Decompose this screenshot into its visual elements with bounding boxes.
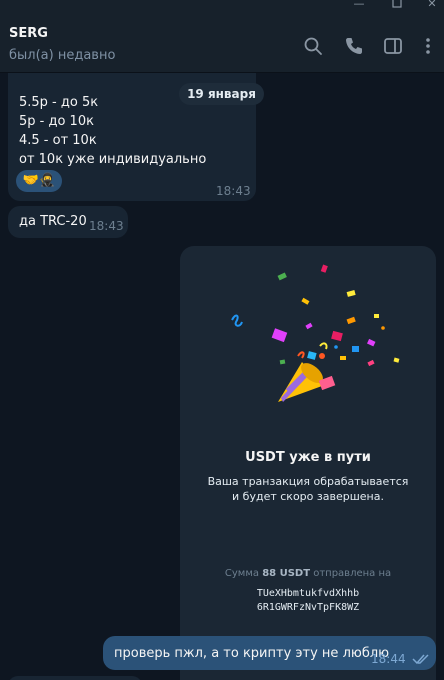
more-vertical-icon[interactable]	[418, 36, 438, 56]
transfer-subtitle: Ваша транзакция обрабатывается и будет с…	[207, 475, 409, 503]
message-text: да TRC-20	[19, 214, 87, 229]
party-popper-icon	[231, 264, 400, 402]
crypto-transfer-card[interactable]: USDT уже в пути Ваша транзакция обрабаты…	[180, 246, 436, 680]
message-list[interactable]: 5.5р - до 5к 5р - до 10к 4.5 - от 10к от…	[0, 73, 444, 680]
message-text: 5.5р - до 5к 5р - до 10к 4.5 - от 10к от…	[19, 95, 207, 167]
close-window-icon[interactable]: ✕	[425, 0, 439, 11]
message-time: 18:44	[371, 652, 406, 666]
next-message-edge	[8, 676, 142, 680]
search-icon[interactable]	[303, 36, 323, 56]
minimize-icon[interactable]: —	[352, 0, 366, 11]
amount-suffix: отправлена на	[313, 568, 392, 579]
message-time: 18:43	[216, 184, 251, 198]
sidebar-toggle-icon[interactable]	[383, 36, 403, 56]
transfer-amount: 88 USDT	[262, 568, 311, 579]
incoming-message[interactable]: да TRC-20 18:43	[8, 206, 128, 238]
outgoing-message[interactable]: проверь пжл, а то крипту эту не люблю 18…	[103, 636, 436, 670]
contact-status: был(а) недавно	[9, 48, 116, 63]
contact-name[interactable]: SERG	[9, 26, 48, 41]
maximize-icon[interactable]	[390, 0, 404, 11]
transfer-title: USDT уже в пути	[245, 450, 371, 465]
message-time: 18:43	[89, 219, 124, 233]
read-checkmarks-icon	[412, 654, 429, 665]
sticker-pair: 🤝🥷	[16, 170, 62, 192]
message-text: проверь пжл, а то крипту эту не люблю	[114, 646, 390, 661]
window-titlebar: — ✕	[0, 0, 444, 14]
phone-icon[interactable]	[344, 36, 364, 56]
wallet-address[interactable]: TUeXHbmtukfvdXhhb 6R1GWRFzNvTpFK8WZ	[180, 587, 436, 615]
chat-header: SERG был(а) недавно	[0, 14, 444, 73]
sticker-emoji: 🤝🥷	[22, 173, 56, 188]
amount-prefix: Сумма	[224, 568, 259, 579]
transfer-amount-line: Сумма 88 USDT отправлена на	[180, 568, 436, 579]
date-separator: 19 января	[179, 83, 264, 105]
